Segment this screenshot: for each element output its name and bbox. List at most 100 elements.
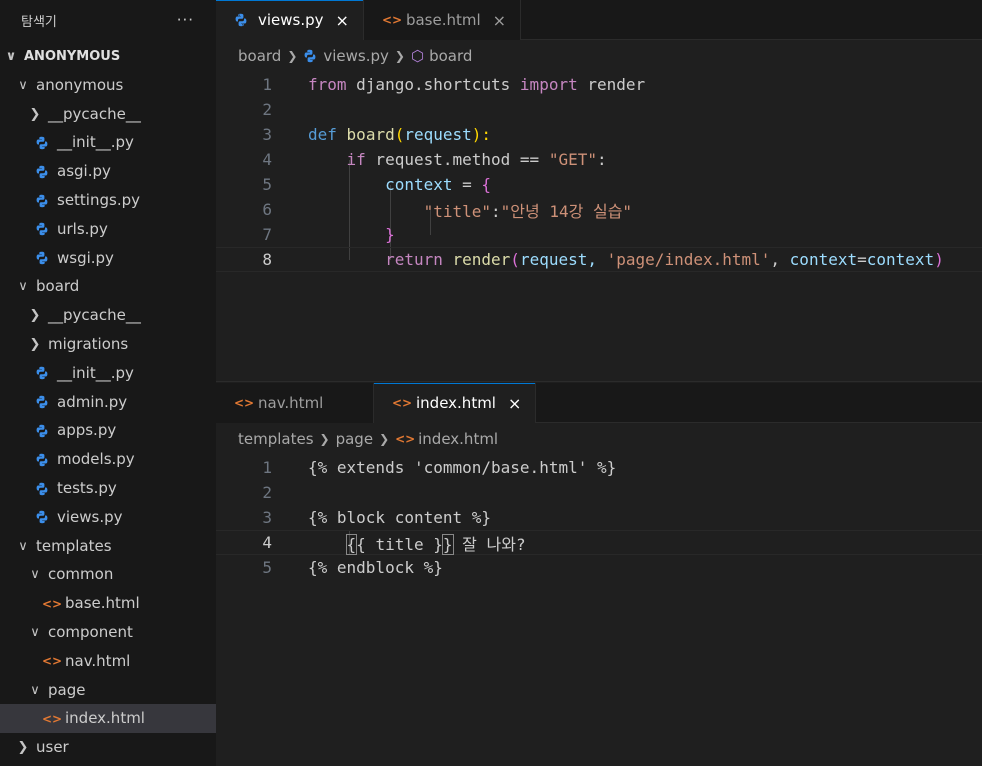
breadcrumb-item[interactable]: <> index.html	[395, 430, 498, 448]
folder-pycache[interactable]: ❯ __pycache__	[0, 100, 216, 129]
breadcrumb-item[interactable]: page	[336, 430, 373, 448]
explorer-root-folder[interactable]: ∨ ANONYMOUS	[0, 42, 216, 71]
tab-nav-html[interactable]: <> nav.html	[216, 383, 374, 423]
tree-label: user	[36, 738, 69, 757]
python-file-icon	[35, 395, 49, 409]
tree-label: views.py	[57, 507, 123, 526]
python-file-icon	[35, 194, 49, 208]
code-line: 1 from django.shortcuts import render	[216, 72, 982, 97]
tree-label: component	[48, 623, 133, 641]
file-urls-py[interactable]: urls.py	[0, 215, 216, 244]
tree-label: templates	[36, 536, 112, 555]
chevron-down-icon: ∨	[30, 567, 40, 583]
line-content: def board(request):	[308, 125, 492, 144]
file-index-html[interactable]: <> index.html	[0, 704, 216, 734]
line-number: 4	[262, 150, 272, 169]
chevron-down-icon: ∨	[18, 279, 28, 295]
line-content: {% extends 'common/base.html' %}	[308, 458, 617, 477]
file-apps-py[interactable]: apps.py	[0, 416, 216, 445]
tab-base-html[interactable]: <> base.html ×	[363, 0, 522, 40]
breadcrumb-item[interactable]: views.py	[303, 47, 389, 65]
code-line: 5 context = {	[216, 172, 982, 197]
tree-label: __pycache__	[48, 104, 141, 123]
code-editor[interactable]: 1 from django.shortcuts import render 2 …	[216, 72, 982, 272]
tree-label: common	[48, 565, 114, 584]
line-number: 3	[262, 125, 272, 144]
folder-templates[interactable]: ∨ templates	[0, 532, 216, 561]
line-number: 1	[262, 75, 272, 94]
python-file-icon	[35, 136, 49, 150]
python-file-icon	[303, 49, 317, 63]
chevron-down-icon: ∨	[30, 625, 40, 640]
folder-common[interactable]: ∨ common	[0, 560, 216, 589]
tree-label: nav.html	[65, 651, 131, 670]
chevron-right-icon: ❯	[17, 740, 29, 756]
file-admin-py[interactable]: admin.py	[0, 388, 216, 417]
code-line: 7 }	[216, 222, 982, 247]
file-base-html[interactable]: <> base.html	[0, 589, 216, 618]
line-number: 4	[262, 533, 272, 552]
tree-label: apps.py	[57, 421, 117, 440]
file-nav-html[interactable]: <> nav.html	[0, 647, 216, 676]
folder-migrations[interactable]: ❯ migrations	[0, 330, 216, 359]
line-number: 5	[262, 558, 272, 577]
explorer-header: 탐색기 ···	[0, 0, 216, 40]
folder-page[interactable]: ∨ page	[0, 676, 216, 705]
python-file-icon	[35, 251, 49, 265]
code-editor[interactable]: 1 {% extends 'common/base.html' %} 2 3 {…	[216, 455, 982, 580]
folder-component[interactable]: ∨ component	[0, 618, 216, 647]
close-icon[interactable]: ×	[493, 11, 506, 30]
chevron-right-icon: ❯	[29, 106, 41, 122]
html-file-icon: <>	[42, 654, 63, 669]
file-wsgi-py[interactable]: wsgi.py	[0, 244, 216, 273]
chevron-right-icon: ❯	[394, 49, 405, 63]
breadcrumb-item[interactable]: templates	[238, 430, 314, 448]
tree-label: page	[48, 680, 86, 699]
chevron-right-icon: ❯	[379, 432, 390, 446]
file-init-py[interactable]: __init__.py	[0, 359, 216, 388]
python-file-icon	[35, 222, 49, 236]
python-file-icon	[35, 482, 49, 496]
folder-user[interactable]: ❯ user	[0, 733, 216, 762]
line-content: {% block content %}	[308, 508, 492, 527]
explorer-sidebar: 탐색기 ··· ∨ ANONYMOUS ∨ anonymous ❯ __pycache__…	[0, 0, 216, 766]
tab-index-html[interactable]: <> index.html ×	[374, 383, 537, 423]
tree-label: migrations	[48, 335, 129, 353]
code-line: 2	[216, 97, 982, 122]
breadcrumb-item[interactable]: ⬡ board	[411, 47, 472, 65]
file-settings-py[interactable]: settings.py	[0, 186, 216, 215]
folder-anonymous[interactable]: ∨ anonymous	[0, 71, 216, 100]
line-number: 3	[262, 508, 272, 527]
line-content: if request.method == "GET":	[346, 150, 607, 169]
python-file-icon	[234, 13, 248, 27]
close-icon[interactable]: ×	[336, 11, 349, 30]
file-init-py[interactable]: __init__.py	[0, 128, 216, 157]
code-line: 3 def board(request):	[216, 122, 982, 147]
folder-pycache[interactable]: ❯ __pycache__	[0, 301, 216, 330]
line-number: 2	[262, 100, 272, 119]
tab-label: views.py	[258, 11, 324, 29]
chevron-right-icon: ❯	[319, 432, 330, 446]
line-number: 5	[262, 175, 272, 194]
close-icon[interactable]: ×	[508, 394, 521, 413]
line-content: }	[385, 225, 395, 244]
tree-label: models.py	[57, 450, 135, 469]
file-asgi-py[interactable]: asgi.py	[0, 157, 216, 186]
breadcrumb-item[interactable]: board	[238, 47, 281, 65]
tree-label: base.html	[65, 594, 140, 613]
tree-label: anonymous	[36, 75, 124, 94]
tab-label: index.html	[416, 394, 496, 412]
bracket-match: }	[441, 533, 454, 555]
file-views-py[interactable]: views.py	[0, 503, 216, 532]
line-content: return render(request, 'page/index.html'…	[385, 250, 944, 269]
tab-label: nav.html	[258, 394, 324, 412]
line-content: {% endblock %}	[308, 558, 443, 577]
code-line: 4 if request.method == "GET":	[216, 147, 982, 172]
folder-board[interactable]: ∨ board	[0, 272, 216, 301]
file-tests-py[interactable]: tests.py	[0, 474, 216, 503]
tab-views-py[interactable]: views.py ×	[216, 0, 364, 40]
chevron-down-icon: ∨	[18, 77, 28, 93]
breadcrumb-label: board	[429, 47, 473, 65]
file-models-py[interactable]: models.py	[0, 445, 216, 474]
more-actions-icon[interactable]: ···	[177, 11, 194, 29]
